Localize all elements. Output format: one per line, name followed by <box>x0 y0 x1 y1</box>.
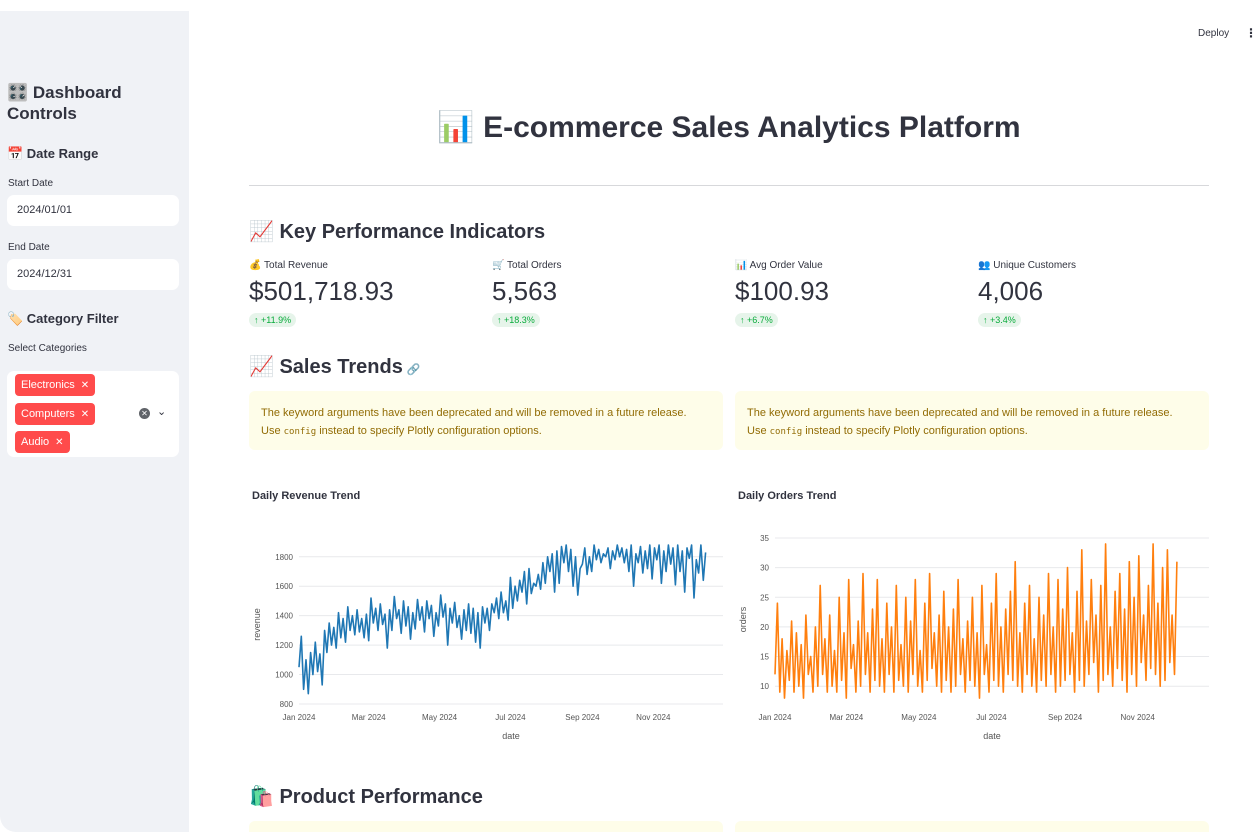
divider <box>249 185 1209 186</box>
metric-label: 🛒 Total Orders <box>492 260 562 271</box>
categories-label: Select Categories <box>8 343 87 354</box>
series-line <box>298 544 707 695</box>
category-multiselect[interactable]: Electronics ✕ Computers ✕ Audio ✕ ✕ ⌄ <box>7 371 179 457</box>
warning-line: Use config instead to specify Plotly con… <box>747 422 1197 441</box>
warning-line: The keyword arguments have been deprecat… <box>747 407 1173 419</box>
metric-avg-order-value: 📊 Avg Order Value $100.93 ↑ +6.7% <box>735 260 935 328</box>
date-range-heading: 📅 Date Range <box>7 146 99 161</box>
sidebar: 🎛️ Dashboard Controls 📅 Date Range Start… <box>0 11 189 832</box>
main-menu-icon[interactable]: ⋮ <box>1245 26 1257 40</box>
delta-value: +11.9% <box>261 315 292 325</box>
y-axis-title: revenue <box>252 608 262 641</box>
revenue-chart-title: Daily Revenue Trend <box>252 490 361 502</box>
revenue-line-chart[interactable]: 800 1000 1200 1400 1600 1800 Jan 2024 Mar 2024 M… <box>249 530 729 745</box>
link-icon[interactable]: 🔗 <box>407 364 421 376</box>
warning-code: config <box>769 427 803 437</box>
start-date-label: Start Date <box>8 178 54 189</box>
deprecation-warning-partial <box>249 821 723 832</box>
metric-delta: ↑ +3.4% <box>978 313 1021 327</box>
deprecation-warning-partial <box>735 821 1209 832</box>
orders-line-chart[interactable]: 10 15 20 25 30 35 Jan 2024 Mar 2024 May 2024 Jul … <box>735 530 1215 745</box>
tag-label: Electronics <box>21 379 75 391</box>
tag-label: Computers <box>21 408 75 420</box>
x-tick-label: Mar 2024 <box>352 713 386 722</box>
app-root: 🎛️ Dashboard Controls 📅 Date Range Start… <box>0 0 1260 832</box>
warning-line: Use config instead to specify Plotly con… <box>261 422 711 441</box>
y-tick-label: 20 <box>760 623 769 632</box>
delta-value: +18.3% <box>504 315 535 325</box>
x-tick-label: Jan 2024 <box>283 713 316 722</box>
warning-rest: instead to specify Plotly configuration … <box>319 425 542 437</box>
x-tick-label: Jul 2024 <box>495 713 526 722</box>
warning-line: The keyword arguments have been deprecat… <box>261 407 687 419</box>
chevron-down-icon[interactable]: ⌄ <box>157 405 166 418</box>
metric-delta: ↑ +18.3% <box>492 313 540 327</box>
remove-tag-icon[interactable]: ✕ <box>81 409 89 420</box>
metric-value: $100.93 <box>735 276 829 306</box>
metric-label: 💰 Total Revenue <box>249 260 328 271</box>
heading-text: 📈 Sales Trends <box>249 356 403 378</box>
page-title: 📊 E-commerce Sales Analytics Platform <box>437 111 1021 144</box>
delta-value: +6.7% <box>747 315 773 325</box>
metric-unique-customers: 👥 Unique Customers 4,006 ↑ +3.4% <box>978 260 1178 328</box>
warning-use: Use <box>261 425 281 437</box>
sales-trends-heading: 📈 Sales Trends 🔗 <box>249 354 421 379</box>
clear-all-icon[interactable]: ✕ <box>139 408 150 419</box>
y-tick-label: 1600 <box>275 582 293 591</box>
deploy-button[interactable]: Deploy <box>1198 28 1229 39</box>
warning-code: config <box>283 427 317 437</box>
x-axis-title: date <box>983 731 1001 741</box>
metric-label: 📊 Avg Order Value <box>735 260 823 271</box>
x-tick-label: May 2024 <box>901 713 937 722</box>
orders-chart-title: Daily Orders Trend <box>738 490 837 502</box>
deprecation-warning: The keyword arguments have been deprecat… <box>249 391 723 450</box>
category-tag-computers[interactable]: Computers ✕ <box>15 403 96 425</box>
metric-total-orders: 🛒 Total Orders 5,563 ↑ +18.3% <box>492 260 692 328</box>
metric-delta: ↑ +11.9% <box>249 313 297 327</box>
x-tick-label: Nov 2024 <box>636 713 671 722</box>
product-performance-heading: 🛍️ Product Performance <box>249 786 483 808</box>
metric-value: 5,563 <box>492 276 558 306</box>
start-date-input[interactable]: 2024/01/01 <box>7 195 179 226</box>
remove-tag-icon[interactable]: ✕ <box>55 437 63 448</box>
sidebar-title: 🎛️ Dashboard Controls <box>7 83 122 123</box>
warning-use: Use <box>747 425 767 437</box>
metric-total-revenue: 💰 Total Revenue $501,718.93 ↑ +11.9% <box>249 260 449 328</box>
x-tick-label: Sep 2024 <box>565 713 600 722</box>
x-axis-title: date <box>502 731 520 741</box>
x-tick-label: Sep 2024 <box>1048 713 1083 722</box>
x-tick-label: Nov 2024 <box>1121 713 1156 722</box>
y-tick-label: 1200 <box>275 641 293 650</box>
y-tick-label: 35 <box>760 534 769 543</box>
metric-value: 4,006 <box>978 276 1044 306</box>
tag-label: Audio <box>21 436 50 448</box>
y-tick-label: 800 <box>280 700 294 709</box>
deprecation-warning: The keyword arguments have been deprecat… <box>735 391 1209 450</box>
category-filter-heading: 🏷️ Category Filter <box>7 311 119 326</box>
y-tick-label: 10 <box>760 682 769 691</box>
x-tick-label: Jan 2024 <box>759 713 792 722</box>
x-tick-label: Mar 2024 <box>829 713 863 722</box>
x-tick-label: May 2024 <box>422 713 458 722</box>
y-tick-label: 15 <box>760 653 769 662</box>
kpi-heading: 📈 Key Performance Indicators <box>249 221 546 243</box>
remove-tag-icon[interactable]: ✕ <box>81 380 89 391</box>
x-tick-label: Jul 2024 <box>976 713 1007 722</box>
metric-delta: ↑ +6.7% <box>735 313 778 327</box>
category-tag-audio[interactable]: Audio ✕ <box>15 431 70 453</box>
y-tick-label: 1800 <box>275 553 293 562</box>
y-tick-label: 1000 <box>275 671 293 680</box>
delta-value: +3.4% <box>990 315 1016 325</box>
end-date-label: End Date <box>8 242 50 253</box>
metric-label: 👥 Unique Customers <box>978 260 1077 271</box>
y-tick-label: 30 <box>760 564 769 573</box>
end-date-input[interactable]: 2024/12/31 <box>7 259 179 290</box>
y-tick-label: 1400 <box>275 612 293 621</box>
warning-rest: instead to specify Plotly configuration … <box>805 425 1028 437</box>
series-line <box>774 543 1178 699</box>
y-axis-title: orders <box>738 606 748 632</box>
category-tag-electronics[interactable]: Electronics ✕ <box>15 374 96 396</box>
y-tick-label: 25 <box>760 593 769 602</box>
metric-value: $501,718.93 <box>249 276 394 306</box>
